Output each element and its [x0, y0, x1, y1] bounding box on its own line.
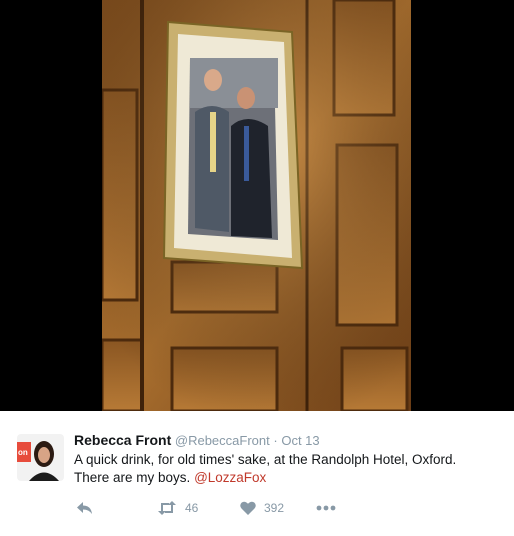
reply-button[interactable] — [76, 498, 93, 518]
tweet-photo — [102, 0, 411, 411]
retweet-button[interactable]: 46 — [157, 498, 198, 518]
retweet-icon — [158, 501, 176, 515]
like-count: 392 — [264, 501, 285, 515]
avatar[interactable]: on — [17, 434, 64, 481]
tweet-media[interactable] — [0, 0, 514, 411]
tweet-text-line-2: There are my boys. @LozzaFox — [74, 469, 494, 487]
tweet-text: A quick drink, for old times' sake, at t… — [74, 451, 494, 487]
separator: · — [273, 433, 278, 448]
tweet-text-line-2-body: There are my boys. — [74, 470, 191, 485]
tweet-actions: 46 392 — [74, 498, 374, 518]
more-icon — [316, 505, 336, 511]
tweet-header: Rebecca Front @RebeccaFront · Oct 13 — [74, 432, 320, 448]
tweet-date[interactable]: Oct 13 — [281, 433, 319, 448]
tweet-text-line-1: A quick drink, for old times' sake, at t… — [74, 452, 457, 467]
reply-icon — [77, 502, 92, 514]
heart-icon — [240, 501, 256, 515]
mention-link[interactable]: @LozzaFox — [194, 470, 266, 485]
display-name[interactable]: Rebecca Front — [74, 432, 171, 448]
svg-text:on: on — [18, 448, 28, 457]
like-button[interactable]: 392 — [240, 498, 284, 518]
tweet-card: on Rebecca Front @RebeccaFront · Oct 13 … — [0, 411, 514, 536]
handle[interactable]: @RebeccaFront — [175, 433, 270, 448]
more-button[interactable] — [316, 498, 336, 518]
retweet-count: 46 — [185, 501, 199, 515]
